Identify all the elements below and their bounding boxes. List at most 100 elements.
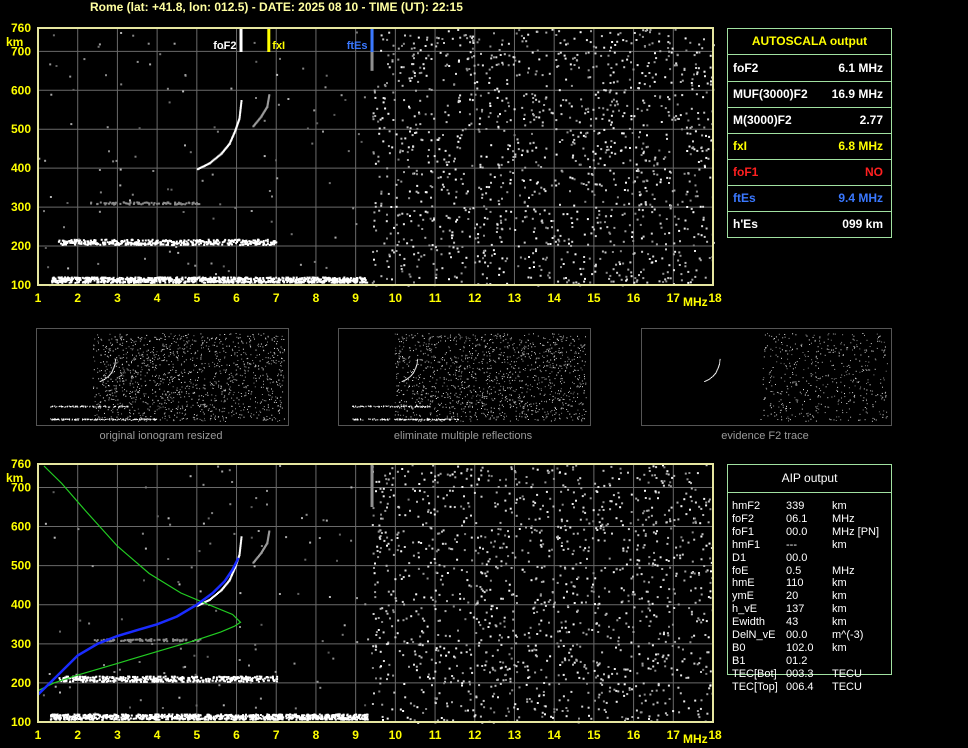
noise-dot [500, 221, 503, 224]
second-hop-dot [109, 241, 112, 244]
noise-dot [446, 176, 449, 179]
noise-dot [211, 512, 214, 515]
noise-dot [520, 154, 523, 157]
noise-dot [651, 474, 654, 477]
noise-dot [401, 270, 404, 273]
noise-dot [586, 218, 589, 221]
e-trace-dot [325, 279, 327, 282]
noise-dot [390, 206, 393, 208]
noise-dot [696, 149, 699, 152]
noise-dot [471, 164, 474, 167]
noise-dot [636, 573, 639, 576]
noise-dot [379, 501, 382, 504]
noise-dot [611, 41, 614, 43]
noise-dot [694, 587, 697, 590]
noise-dot [632, 253, 635, 255]
noise-dot [278, 593, 281, 595]
noise-dot [641, 209, 644, 212]
noise-dot [609, 274, 612, 277]
noise-dot [674, 592, 676, 595]
noise-dot [498, 273, 501, 276]
y-tick-label: 300 [11, 200, 31, 214]
noise-dot [668, 114, 671, 117]
noise-dot [582, 147, 585, 150]
noise-dot [633, 593, 636, 596]
e-trace-dot [314, 276, 317, 279]
noise-dot [533, 528, 536, 531]
noise-dot [434, 479, 436, 481]
noise-dot [616, 619, 619, 622]
noise-dot [667, 560, 670, 562]
noise-dot [77, 528, 80, 531]
noise-dot [209, 542, 212, 545]
e-trace-dot [172, 281, 175, 284]
noise-dot [693, 517, 696, 520]
noise-dot [578, 121, 581, 124]
noise-dot [575, 499, 577, 502]
noise-dot [482, 699, 485, 702]
noise-dot [693, 236, 696, 239]
noise-dot [680, 273, 683, 276]
noise-dot [550, 184, 553, 187]
noise-dot [670, 81, 673, 84]
second-hop-dot [74, 241, 77, 244]
noise-dot [115, 159, 118, 162]
e-trace-dot [307, 277, 310, 280]
noise-dot [540, 603, 543, 606]
noise-dot [612, 81, 615, 84]
noise-dot [392, 119, 395, 121]
noise-dot [400, 268, 403, 270]
noise-dot [468, 680, 471, 683]
noise-dot [509, 182, 512, 185]
noise-dot [645, 590, 648, 593]
noise-dot [608, 91, 611, 94]
noise-dot [454, 178, 457, 181]
noise-dot [592, 520, 595, 523]
noise-dot [646, 65, 649, 68]
noise-dot [569, 63, 572, 66]
noise-dot [664, 712, 667, 715]
noise-dot [576, 53, 579, 56]
noise-dot [446, 473, 449, 476]
noise-dot [667, 111, 670, 114]
noise-dot [700, 159, 703, 162]
e-trace-dot [262, 280, 265, 283]
noise-dot [404, 483, 407, 486]
noise-dot [594, 93, 597, 96]
x-tick-label: 17 [667, 291, 681, 305]
noise-dot [538, 517, 541, 520]
noise-dot [268, 190, 271, 192]
noise-dot [673, 525, 676, 527]
noise-dot [496, 87, 499, 90]
noise-dot [630, 86, 632, 89]
noise-dot [371, 652, 373, 655]
noise-dot [537, 164, 540, 167]
noise-dot [168, 101, 171, 104]
noise-dot [637, 170, 640, 173]
noise-dot [541, 124, 544, 127]
noise-dot [453, 655, 455, 658]
noise-dot [668, 98, 671, 101]
noise-dot [416, 500, 418, 503]
noise-dot [448, 229, 451, 232]
noise-dot [378, 127, 381, 130]
noise-dot [462, 680, 465, 683]
noise-dot [475, 108, 478, 111]
noise-dot [593, 167, 596, 170]
noise-dot [636, 218, 639, 221]
noise-dot [635, 497, 638, 500]
noise-dot [569, 176, 572, 179]
noise-dot [304, 558, 307, 561]
noise-dot [612, 494, 615, 497]
noise-dot [507, 710, 510, 713]
noise-dot [665, 248, 667, 251]
second-hop-dot [175, 240, 178, 243]
noise-dot [534, 210, 537, 213]
noise-dot [442, 230, 445, 233]
noise-dot [391, 249, 394, 252]
noise-dot [598, 106, 601, 109]
noise-dot [566, 540, 569, 543]
noise-dot [453, 470, 456, 473]
noise-dot [703, 612, 706, 615]
noise-dot [452, 246, 455, 249]
